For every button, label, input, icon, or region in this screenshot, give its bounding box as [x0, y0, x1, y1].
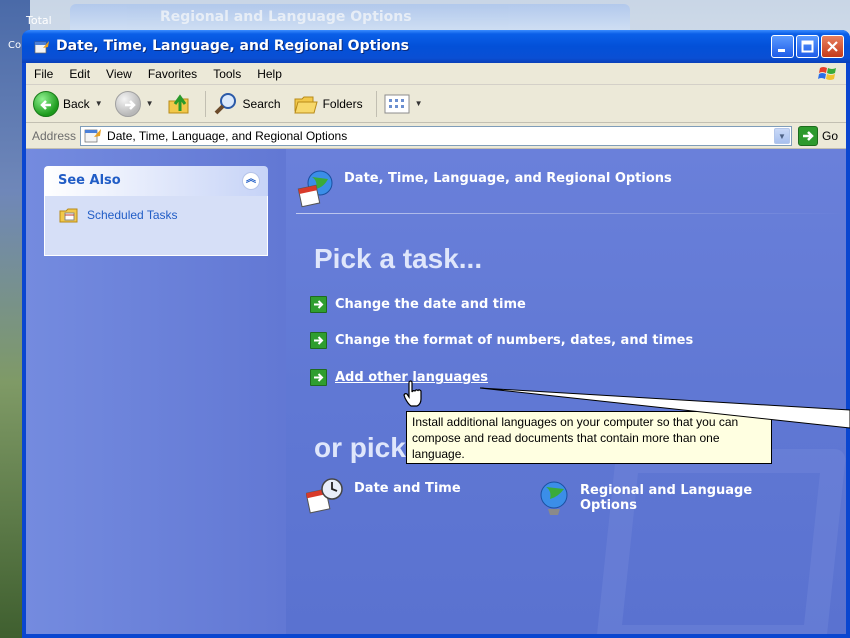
search-icon — [214, 92, 236, 114]
go-button[interactable]: Go — [797, 125, 838, 146]
close-button[interactable] — [821, 35, 844, 58]
task-label: Change the date and time — [335, 297, 526, 312]
minimize-button[interactable] — [771, 35, 794, 58]
task-arrow-icon — [310, 369, 327, 386]
collapse-chevron-icon[interactable]: ︽ — [242, 172, 260, 190]
go-label: Go — [821, 128, 838, 143]
back-dropdown-icon[interactable]: ▼ — [95, 99, 103, 108]
pick-task-heading: Pick a task... — [314, 243, 483, 274]
folders-button[interactable]: Folders — [290, 88, 366, 120]
menu-bar: File Edit View Favorites Tools Help — [26, 63, 846, 85]
up-button[interactable] — [163, 88, 195, 120]
toolbar-separator — [204, 90, 206, 117]
category-title: Date, Time, Language, and Regional Optio… — [344, 171, 672, 186]
tooltip-line-2: compose and read documents that contain … — [412, 431, 720, 445]
back-arrow-icon — [33, 90, 59, 117]
control-panel-icon — [34, 41, 49, 54]
title-bar[interactable]: Date, Time, Language, and Regional Optio… — [22, 30, 850, 63]
see-also-panel: See Also ︽ Scheduled Tasks — [44, 166, 268, 256]
task-change-date-time[interactable]: Change the date and time — [310, 296, 526, 313]
maximize-button[interactable] — [796, 35, 819, 58]
address-dropdown-icon[interactable]: ▼ — [773, 127, 790, 144]
menu-edit[interactable]: Edit — [61, 67, 98, 81]
background-watermark — [595, 449, 846, 634]
scheduled-tasks-label: Scheduled Tasks — [87, 208, 178, 222]
menu-help[interactable]: Help — [249, 67, 290, 81]
scheduled-tasks-link[interactable]: Scheduled Tasks — [59, 206, 267, 224]
scheduled-tasks-icon — [59, 208, 78, 223]
search-label: Search — [242, 96, 281, 111]
content-area: See Also ︽ Scheduled Tasks Date, Time, L… — [26, 149, 846, 634]
task-arrow-icon — [310, 332, 327, 349]
desktop-icon-label-2: Co — [8, 40, 22, 51]
address-label: Address — [32, 128, 77, 143]
address-bar: Address Date, Time, Language, and Region… — [26, 123, 846, 149]
views-dropdown-icon[interactable]: ▼ — [415, 99, 423, 108]
control-panel-small-icon — [84, 128, 102, 142]
regional-language-label: Regional and Language Options — [580, 483, 752, 513]
menu-favorites[interactable]: Favorites — [140, 67, 205, 81]
regional-language-label-line2: Options — [580, 498, 637, 513]
windows-logo-icon — [818, 67, 836, 80]
task-label: Change the format of numbers, dates, and… — [335, 333, 694, 348]
tooltip-line-3: language. — [412, 447, 465, 461]
task-pane: See Also ︽ Scheduled Tasks — [26, 149, 286, 634]
background-window-title: Regional and Language Options — [160, 9, 412, 25]
see-also-body: Scheduled Tasks — [44, 196, 268, 256]
explorer-window: Date, Time, Language, and Regional Optio… — [22, 30, 850, 638]
folder-up-icon — [168, 93, 189, 113]
forward-dropdown-icon[interactable]: ▼ — [146, 99, 154, 108]
toolbar: Back ▼ ▼ Search Folders ▼ — [26, 85, 846, 123]
search-button[interactable]: Search — [210, 88, 284, 120]
date-time-icon-link[interactable]: Date and Time — [306, 477, 461, 515]
go-arrow-icon — [797, 125, 818, 146]
task-change-format[interactable]: Change the format of numbers, dates, and… — [310, 332, 693, 349]
back-label: Back — [63, 96, 90, 111]
window-title: Date, Time, Language, and Regional Optio… — [56, 38, 409, 54]
menu-file[interactable]: File — [26, 67, 61, 81]
forward-button[interactable]: ▼ — [112, 88, 157, 120]
views-button[interactable]: ▼ — [381, 88, 426, 120]
regional-language-icon-link[interactable]: Regional and Language Options — [538, 479, 752, 519]
regional-language-label-line1: Regional and Language — [580, 483, 753, 498]
task-arrow-icon — [310, 296, 327, 313]
globe-icon — [540, 481, 568, 515]
background-window-titlebar: Regional and Language Options — [70, 4, 630, 30]
see-also-header[interactable]: See Also ︽ — [44, 166, 268, 196]
desktop-icon-label: Total — [26, 14, 52, 27]
clock-calendar-icon — [306, 478, 343, 514]
task-add-languages[interactable]: Add other languages — [310, 369, 488, 386]
hand-cursor-icon — [403, 380, 422, 407]
globe-calendar-icon — [297, 170, 333, 208]
date-time-label: Date and Time — [354, 481, 461, 496]
main-pane: Date, Time, Language, and Regional Optio… — [286, 149, 846, 634]
views-icon — [384, 94, 410, 113]
see-also-title: See Also — [58, 173, 121, 188]
folders-label: Folders — [322, 96, 363, 111]
task-tooltip: Install additional languages on your com… — [406, 411, 772, 464]
minimize-icon — [778, 49, 785, 52]
folders-icon — [293, 96, 318, 113]
toolbar-separator-2 — [375, 90, 377, 117]
menu-tools[interactable]: Tools — [205, 67, 249, 81]
close-icon — [827, 41, 838, 52]
tooltip-line-1: Install additional languages on your com… — [412, 415, 739, 429]
address-value: Date, Time, Language, and Regional Optio… — [107, 128, 348, 143]
forward-arrow-icon — [114, 90, 141, 117]
category-header: Date, Time, Language, and Regional Optio… — [296, 169, 672, 209]
header-divider — [296, 213, 846, 214]
menu-view[interactable]: View — [98, 67, 140, 81]
address-field[interactable]: Date, Time, Language, and Regional Optio… — [80, 125, 792, 146]
back-button[interactable]: Back ▼ — [30, 88, 106, 120]
maximize-icon — [801, 40, 814, 53]
